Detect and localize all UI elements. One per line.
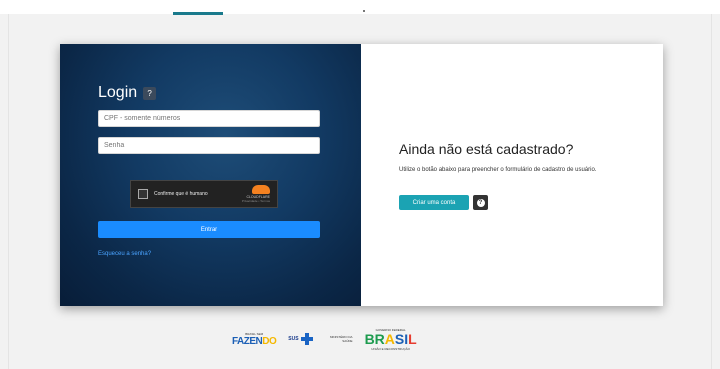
fazendo-logo: BRASIL SEM FAZENDO xyxy=(232,331,277,347)
captcha-checkbox[interactable] xyxy=(138,189,148,199)
login-title: Login xyxy=(98,84,138,101)
forgot-password-link[interactable]: Esqueceu a senha? xyxy=(98,251,151,257)
question-icon: ? xyxy=(476,198,485,207)
cloudflare-logo: CLOUDFLARE Privacidade • Termos xyxy=(242,185,270,203)
governo-federal-logo: GOVERNO FEDERAL BRASIL UNIÃO E RECONSTRU… xyxy=(364,327,417,351)
register-description: Utilize o botão abaixo para preencher o … xyxy=(399,167,597,173)
login-panel: Login ? Confirme que é humano CLOUDFLARE… xyxy=(60,44,361,306)
captcha-label: Confirme que é humano xyxy=(154,191,208,197)
register-title: Ainda não está cadastrado? xyxy=(399,141,574,157)
help-button[interactable]: ? xyxy=(473,195,488,210)
captcha-widget: Confirme que é humano CLOUDFLARE Privaci… xyxy=(130,180,278,208)
sus-logo: SUS xyxy=(288,333,313,345)
register-panel: Ainda não está cadastrado? Utilize o bot… xyxy=(361,44,663,306)
footer-logos: BRASIL SEM FAZENDO SUS MINISTÉRIO DA SAÚ… xyxy=(232,322,417,356)
page-border-right xyxy=(711,14,712,369)
nav-dot xyxy=(363,10,365,12)
login-card: Login ? Confirme que é humano CLOUDFLARE… xyxy=(60,44,663,306)
create-account-button[interactable]: Criar uma conta xyxy=(399,195,469,210)
top-nav-strip xyxy=(0,0,720,14)
cloud-icon xyxy=(252,185,270,194)
login-heading: Login ? xyxy=(98,84,157,102)
active-tab-indicator xyxy=(173,12,223,15)
enter-button[interactable]: Entrar xyxy=(98,221,320,238)
login-info-icon[interactable]: ? xyxy=(143,86,157,100)
page-border-left xyxy=(8,14,9,369)
password-input[interactable] xyxy=(98,137,320,154)
cross-icon xyxy=(300,333,313,345)
ministerio-logo: MINISTÉRIO DA SAÚDE xyxy=(330,335,353,343)
captcha-links[interactable]: Privacidade • Termos xyxy=(242,199,270,203)
cpf-input[interactable] xyxy=(98,110,320,127)
